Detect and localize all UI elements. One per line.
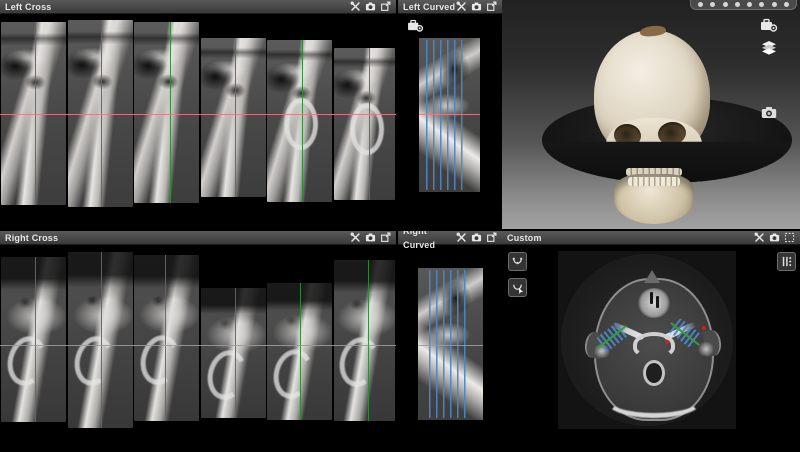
crosshair-vertical-line[interactable] xyxy=(235,288,236,418)
axial-pharynx-arch xyxy=(633,332,675,358)
panel-header: Custom xyxy=(502,231,800,245)
crosshair-vertical-line[interactable] xyxy=(369,48,370,200)
panel-title: Custom xyxy=(507,231,542,245)
toolbar-button[interactable] xyxy=(772,2,777,7)
crosshair-horizontal-line[interactable] xyxy=(418,345,483,346)
axial-nasal-sinus xyxy=(638,288,670,318)
camera-icon[interactable] xyxy=(761,106,777,119)
toolbar-button[interactable] xyxy=(747,2,752,7)
crosshair-vertical-line[interactable] xyxy=(35,257,36,422)
camera-icon[interactable] xyxy=(769,232,780,243)
toolbar-button[interactable] xyxy=(698,2,703,7)
panel-header: Left Cross xyxy=(0,0,396,14)
axial-occipital-rim xyxy=(605,382,703,418)
crosshair-vertical-line[interactable] xyxy=(235,38,236,197)
curved-slice-viewport[interactable] xyxy=(419,38,480,192)
tools-icon[interactable] xyxy=(456,1,467,12)
crosshair-vertical-line[interactable] xyxy=(302,40,303,202)
float-window-icon[interactable] xyxy=(486,1,497,12)
ct-slice-viewport[interactable] xyxy=(1,257,66,422)
panel-header-icons xyxy=(456,1,497,12)
panel-title: Left Cross xyxy=(5,0,52,14)
toolbar-button[interactable] xyxy=(723,2,728,7)
crosshair-horizontal-line[interactable] xyxy=(419,114,480,115)
panel-left-curved: Left Curved xyxy=(398,0,502,229)
arch-edit-icon xyxy=(511,281,524,294)
ct-slice-viewport[interactable] xyxy=(267,283,332,420)
panel-header: Right Cross xyxy=(0,231,396,245)
panel-volume-3d[interactable] xyxy=(502,0,800,229)
panel-title: Left Curved xyxy=(403,0,455,14)
tools-icon[interactable] xyxy=(350,232,361,243)
toolbar-button[interactable] xyxy=(710,2,715,7)
skull-lower-teeth xyxy=(628,177,680,186)
panel-title: Right Curved xyxy=(403,231,456,252)
panel-left-cross: Left Cross xyxy=(0,0,396,229)
panel-header: Left Curved xyxy=(398,0,502,14)
tools-icon[interactable] xyxy=(456,232,467,243)
tmj-endpoint-dot[interactable] xyxy=(702,326,706,330)
float-window-icon[interactable] xyxy=(380,1,391,12)
camera-icon[interactable] xyxy=(365,1,376,12)
ct-slice-viewport[interactable] xyxy=(134,255,199,421)
panel-header-icons xyxy=(456,232,497,243)
curved-slice-viewport[interactable] xyxy=(418,268,483,420)
crosshair-vertical-line[interactable] xyxy=(170,22,171,203)
slice-list-button[interactable] xyxy=(777,252,796,271)
crosshair-vertical-line[interactable] xyxy=(101,252,102,428)
panel-header-icons xyxy=(754,232,795,243)
cross-slice-position-lines[interactable] xyxy=(426,40,464,190)
tools-icon[interactable] xyxy=(350,1,361,12)
panel-header-icons xyxy=(350,232,391,243)
crosshair-horizontal-line[interactable] xyxy=(0,345,396,346)
toolbar-button[interactable] xyxy=(735,2,740,7)
camera-icon[interactable] xyxy=(365,232,376,243)
arch-edit-button[interactable] xyxy=(508,278,527,297)
layers-icon[interactable] xyxy=(761,40,777,55)
crosshair-vertical-line[interactable] xyxy=(300,283,301,420)
slice-list-icon xyxy=(780,255,793,268)
panel-header: Right Curved xyxy=(398,231,502,245)
axial-nose xyxy=(644,270,660,283)
axial-nasal-cavity xyxy=(656,296,659,308)
toolbox-settings-icon[interactable] xyxy=(407,19,424,32)
ct-slice-viewport[interactable] xyxy=(267,40,332,202)
tmj-viewer-screen: Left Cross Left Curved xyxy=(0,0,800,452)
cross-slice-position-lines[interactable] xyxy=(429,270,467,418)
ct-slice-viewport[interactable] xyxy=(334,48,395,200)
axial-fov-circle xyxy=(561,254,733,426)
camera-icon[interactable] xyxy=(471,1,482,12)
panel-custom: Custom xyxy=(502,231,800,452)
axial-slice-viewport[interactable] xyxy=(558,251,736,429)
float-window-icon[interactable] xyxy=(380,232,391,243)
toolbar-button[interactable] xyxy=(784,2,789,7)
crosshair-horizontal-line[interactable] xyxy=(0,114,396,115)
camera-icon[interactable] xyxy=(471,232,482,243)
crosshair-vertical-line[interactable] xyxy=(368,260,369,421)
axial-nasal-septum xyxy=(650,292,653,304)
ct-slice-viewport[interactable] xyxy=(68,252,133,428)
panel-header-icons xyxy=(350,1,391,12)
toolbar-button[interactable] xyxy=(759,2,764,7)
panel-title: Right Cross xyxy=(5,231,58,245)
arch-points-icon xyxy=(511,255,524,268)
ct-slice-viewport[interactable] xyxy=(334,260,395,421)
arch-points-button[interactable] xyxy=(508,252,527,271)
crosshair-vertical-line[interactable] xyxy=(165,255,166,421)
panel-right-curved: Right Curved xyxy=(398,231,502,452)
float-window-icon[interactable] xyxy=(486,232,497,243)
tmj-endpoint-dot[interactable] xyxy=(665,340,669,344)
ct-slice-viewport[interactable] xyxy=(134,22,199,203)
toolbox-settings-icon[interactable] xyxy=(760,18,778,32)
dashed-layout-icon[interactable] xyxy=(784,232,795,243)
ct-slice-viewport[interactable] xyxy=(201,288,266,418)
view-orientation-toolbar xyxy=(690,0,797,10)
tools-icon[interactable] xyxy=(754,232,765,243)
ct-slice-viewport[interactable] xyxy=(201,38,266,197)
panel-right-cross: Right Cross xyxy=(0,231,396,452)
